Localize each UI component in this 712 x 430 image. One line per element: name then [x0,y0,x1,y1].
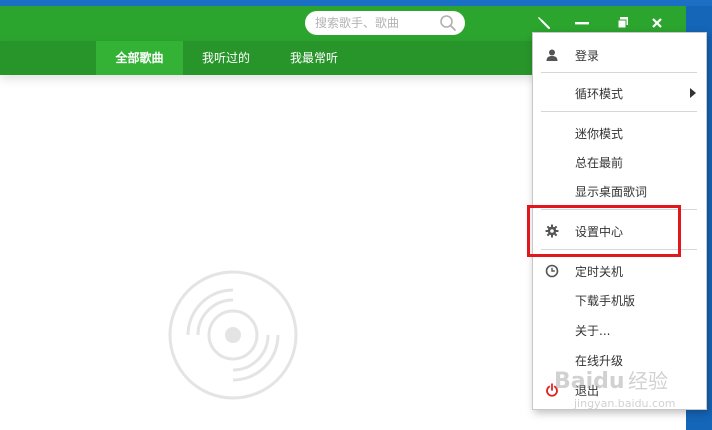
menu-item-label: 关于... [575,324,611,338]
search-icon[interactable] [439,14,457,32]
empty-disc-icon [168,270,298,400]
menu-item-mini-mode[interactable]: 迷你模式 [533,119,706,147]
tab-all-songs[interactable]: 全部歌曲 [96,41,183,75]
watermark-url: jingyan.baidu.com [573,397,676,410]
menu-item-label: 循环模式 [575,87,624,101]
user-icon [546,49,558,61]
menu-item-always-on-top[interactable]: 总在最前 [533,148,706,176]
clock-icon [545,264,559,278]
minimize-icon[interactable] [573,14,591,32]
tab-played[interactable]: 我听过的 [187,41,265,75]
watermark-brand: Baidu [554,369,625,394]
menu-item-login[interactable]: 登录 [533,41,706,69]
menu-item-label: 定时关机 [575,265,624,279]
menu-item-download-mobile[interactable]: 下载手机版 [533,286,706,314]
menu-item-label: 下载手机版 [575,294,636,308]
menu-item-label: 迷你模式 [575,127,624,141]
highlight-annotation-box [527,205,681,257]
menu-item-label: 登录 [575,49,600,63]
menu-item-label: 显示桌面歌词 [575,185,648,199]
menu-separator [541,72,697,73]
close-icon[interactable] [648,14,666,32]
watermark-suffix: 经验 [628,369,668,393]
tab-most-played[interactable]: 我最常听 [275,41,353,75]
menu-item-label: 总在最前 [575,156,624,170]
menu-separator [541,111,697,112]
search-box[interactable] [305,11,465,35]
wrench-icon[interactable] [535,14,553,32]
submenu-arrow-icon [690,88,696,98]
menu-item-desktop-lyrics[interactable]: 显示桌面歌词 [533,177,706,205]
restore-icon[interactable] [614,14,632,32]
menu-item-about[interactable]: 关于... [533,316,706,344]
search-input[interactable] [315,14,433,32]
baidu-jingyan-watermark: Baidu 经验 jingyan.baidu.com [554,369,676,410]
menu-item-timed-shutdown[interactable]: 定时关机 [533,257,706,285]
menu-item-loop-mode[interactable]: 循环模式 [533,79,706,107]
